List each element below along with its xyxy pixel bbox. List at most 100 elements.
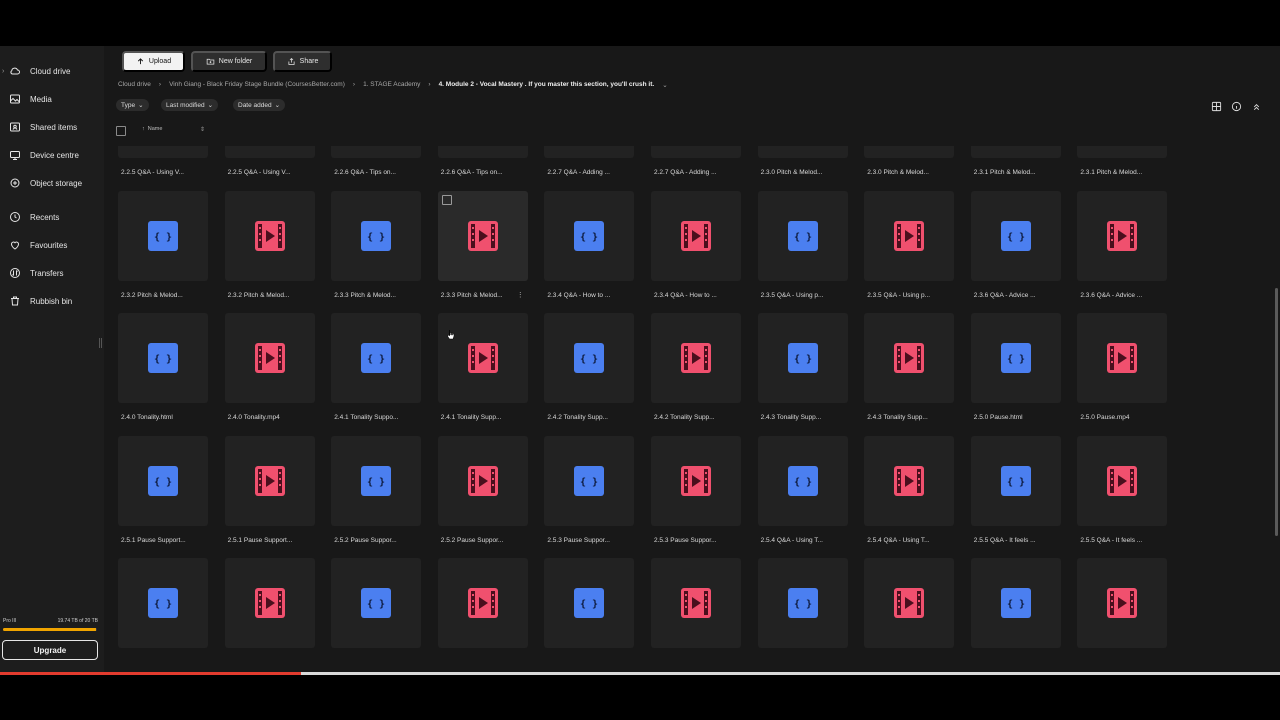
file-thumbnail[interactable] bbox=[1077, 190, 1168, 281]
filter-type[interactable]: Type ⌄ bbox=[116, 99, 149, 111]
sidebar-item-cloud-drive[interactable]: › Cloud drive bbox=[0, 60, 104, 82]
file-thumbnail[interactable]: { } bbox=[970, 558, 1061, 648]
html-file-icon: { } bbox=[787, 343, 818, 373]
sidebar-item-recents[interactable]: Recents bbox=[0, 206, 104, 228]
sidebar-item-object-storage[interactable]: Object storage bbox=[0, 172, 104, 194]
file-thumbnail[interactable]: { } bbox=[970, 146, 1061, 158]
file-thumbnail[interactable]: { } bbox=[970, 190, 1061, 281]
sidebar-item-media[interactable]: Media bbox=[0, 88, 104, 110]
file-thumbnail[interactable] bbox=[224, 558, 315, 648]
file-name: 2.5.0 Pause.mp4 bbox=[1080, 414, 1130, 421]
file-thumbnail[interactable]: { } bbox=[331, 558, 422, 648]
sidebar-item-rubbish-bin[interactable]: Rubbish bin bbox=[0, 290, 104, 312]
file-thumbnail[interactable] bbox=[437, 146, 528, 158]
video-progress-bar[interactable] bbox=[0, 672, 1280, 675]
file-thumbnail[interactable] bbox=[224, 190, 315, 281]
file-thumbnail[interactable]: { } bbox=[544, 558, 635, 648]
file-thumbnail[interactable]: { } bbox=[757, 313, 848, 403]
file-thumbnail[interactable] bbox=[864, 190, 955, 281]
select-all-checkbox[interactable] bbox=[116, 126, 126, 136]
file-thumbnail[interactable] bbox=[437, 190, 528, 281]
breadcrumb-item[interactable]: Cloud drive bbox=[118, 81, 151, 89]
sidebar-item-label: Recents bbox=[30, 212, 60, 222]
file-thumbnail[interactable] bbox=[437, 313, 528, 403]
file-thumbnail[interactable]: { } bbox=[757, 558, 848, 648]
file-thumbnail[interactable] bbox=[1077, 558, 1168, 648]
sidebar-resize-handle[interactable] bbox=[99, 338, 102, 348]
file-thumbnail[interactable] bbox=[1077, 313, 1168, 403]
file-thumbnail[interactable]: { } bbox=[118, 190, 208, 281]
collapse-icon[interactable] bbox=[1251, 99, 1262, 117]
file-thumbnail[interactable]: { } bbox=[544, 313, 635, 403]
file-thumbnail[interactable]: { } bbox=[757, 146, 848, 158]
chevron-down-icon[interactable]: ⌄ bbox=[662, 81, 667, 89]
file-thumbnail[interactable] bbox=[437, 558, 528, 648]
file-thumbnail[interactable]: { } bbox=[118, 435, 208, 526]
svg-text:{ }: { } bbox=[580, 477, 598, 488]
file-thumbnail[interactable]: { } bbox=[331, 190, 422, 281]
breadcrumb-separator: › bbox=[352, 81, 356, 88]
file-thumbnail[interactable]: { } bbox=[544, 146, 635, 158]
file-thumbnail[interactable]: { } bbox=[970, 435, 1061, 526]
file-thumbnail[interactable] bbox=[651, 558, 741, 648]
file-thumbnail[interactable] bbox=[651, 146, 741, 158]
file-thumbnail[interactable] bbox=[651, 435, 741, 526]
file-thumbnail[interactable]: { } bbox=[544, 435, 635, 526]
html-file-icon: { } bbox=[1000, 465, 1031, 496]
breadcrumb-current[interactable]: 4. Module 2 - Vocal Mastery . If you mas… bbox=[439, 81, 655, 89]
sidebar-item-device-centre[interactable]: Device centre bbox=[0, 144, 104, 166]
file-thumbnail[interactable]: { } bbox=[331, 435, 422, 526]
device-icon bbox=[10, 151, 20, 160]
info-icon[interactable] bbox=[1231, 99, 1242, 117]
file-thumbnail[interactable]: { } bbox=[757, 190, 848, 281]
html-file-icon: { } bbox=[1000, 220, 1031, 251]
sidebar-item-transfers[interactable]: Transfers bbox=[0, 262, 104, 284]
file-name: 2.3.6 Q&A - Advice ... bbox=[1080, 291, 1143, 299]
html-file-icon: { } bbox=[787, 220, 818, 251]
new-folder-button[interactable]: New folder bbox=[191, 51, 267, 72]
more-options-icon[interactable]: ⋮ bbox=[517, 291, 524, 299]
breadcrumb-item[interactable]: Vinh Giang - Black Friday Stage Bundle (… bbox=[169, 81, 345, 89]
file-thumbnail[interactable] bbox=[224, 146, 315, 158]
grid-view-icon[interactable] bbox=[1211, 99, 1222, 117]
sidebar-item-shared-items[interactable]: Shared items bbox=[0, 116, 104, 138]
file-thumbnail[interactable] bbox=[224, 313, 315, 403]
file-thumbnail[interactable]: { } bbox=[118, 558, 208, 648]
upload-button[interactable]: Upload bbox=[122, 51, 185, 72]
file-thumbnail[interactable] bbox=[224, 435, 315, 526]
file-thumbnail[interactable] bbox=[1077, 146, 1168, 158]
file-thumbnail[interactable] bbox=[1077, 435, 1168, 526]
file-thumbnail[interactable]: { } bbox=[331, 146, 422, 158]
chevron-down-icon: ⌄ bbox=[138, 102, 144, 109]
filter-date-added[interactable]: Date added ⌄ bbox=[233, 99, 286, 111]
file-thumbnail[interactable]: { } bbox=[544, 190, 635, 281]
file-select-checkbox[interactable] bbox=[441, 194, 452, 205]
file-thumbnail[interactable] bbox=[864, 435, 955, 526]
upgrade-button[interactable]: Upgrade bbox=[2, 640, 98, 660]
sort-by-name[interactable]: ↑ Name ⇕ bbox=[142, 126, 205, 133]
video-file-icon bbox=[894, 465, 925, 496]
share-button[interactable]: Share bbox=[273, 51, 332, 72]
scrollbar[interactable] bbox=[1275, 288, 1278, 536]
file-thumbnail[interactable]: { } bbox=[757, 435, 848, 526]
file-thumbnail[interactable] bbox=[864, 313, 955, 403]
file-thumbnail[interactable]: { } bbox=[331, 313, 422, 403]
html-file-icon: { } bbox=[1000, 343, 1031, 373]
breadcrumb-item[interactable]: 1. STAGE Academy bbox=[363, 81, 420, 89]
sidebar-item-label: Media bbox=[30, 94, 52, 104]
file-thumbnail[interactable] bbox=[864, 558, 955, 648]
file-thumbnail[interactable] bbox=[651, 190, 741, 281]
filter-last-modified[interactable]: Last modified ⌄ bbox=[161, 99, 219, 111]
file-thumbnail[interactable] bbox=[651, 313, 741, 403]
svg-text:{ }: { } bbox=[794, 599, 812, 610]
sidebar-item-favourites[interactable]: Favourites bbox=[0, 234, 104, 256]
file-thumbnail[interactable]: { } bbox=[970, 313, 1061, 403]
html-file-icon: { } bbox=[361, 220, 392, 251]
file-thumbnail[interactable] bbox=[437, 435, 528, 526]
file-thumbnail[interactable] bbox=[864, 146, 955, 158]
html-file-icon: { } bbox=[361, 343, 392, 373]
file-thumbnail[interactable]: { } bbox=[118, 313, 208, 403]
file-name: 2.5.4 Q&A - Using T... bbox=[760, 536, 823, 544]
file-thumbnail[interactable]: { } bbox=[118, 146, 208, 158]
chevron-right-icon[interactable]: › bbox=[2, 68, 4, 75]
